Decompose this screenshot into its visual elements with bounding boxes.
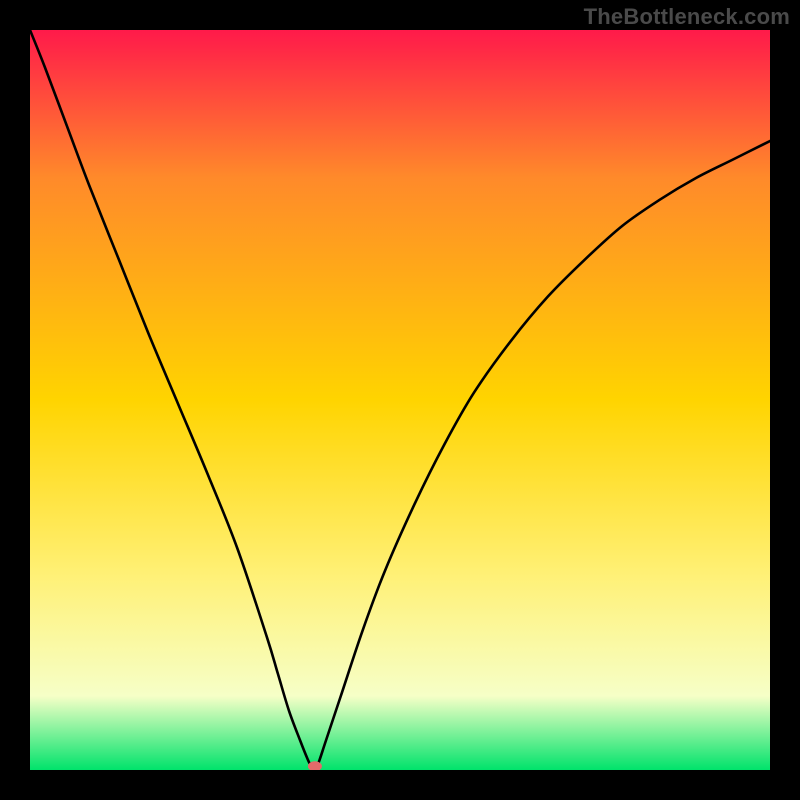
- plot-area: [30, 30, 770, 770]
- attribution-label: TheBottleneck.com: [584, 4, 790, 30]
- curve-layer: [30, 30, 770, 770]
- chart-frame: TheBottleneck.com: [0, 0, 800, 800]
- bottleneck-curve: [30, 30, 770, 770]
